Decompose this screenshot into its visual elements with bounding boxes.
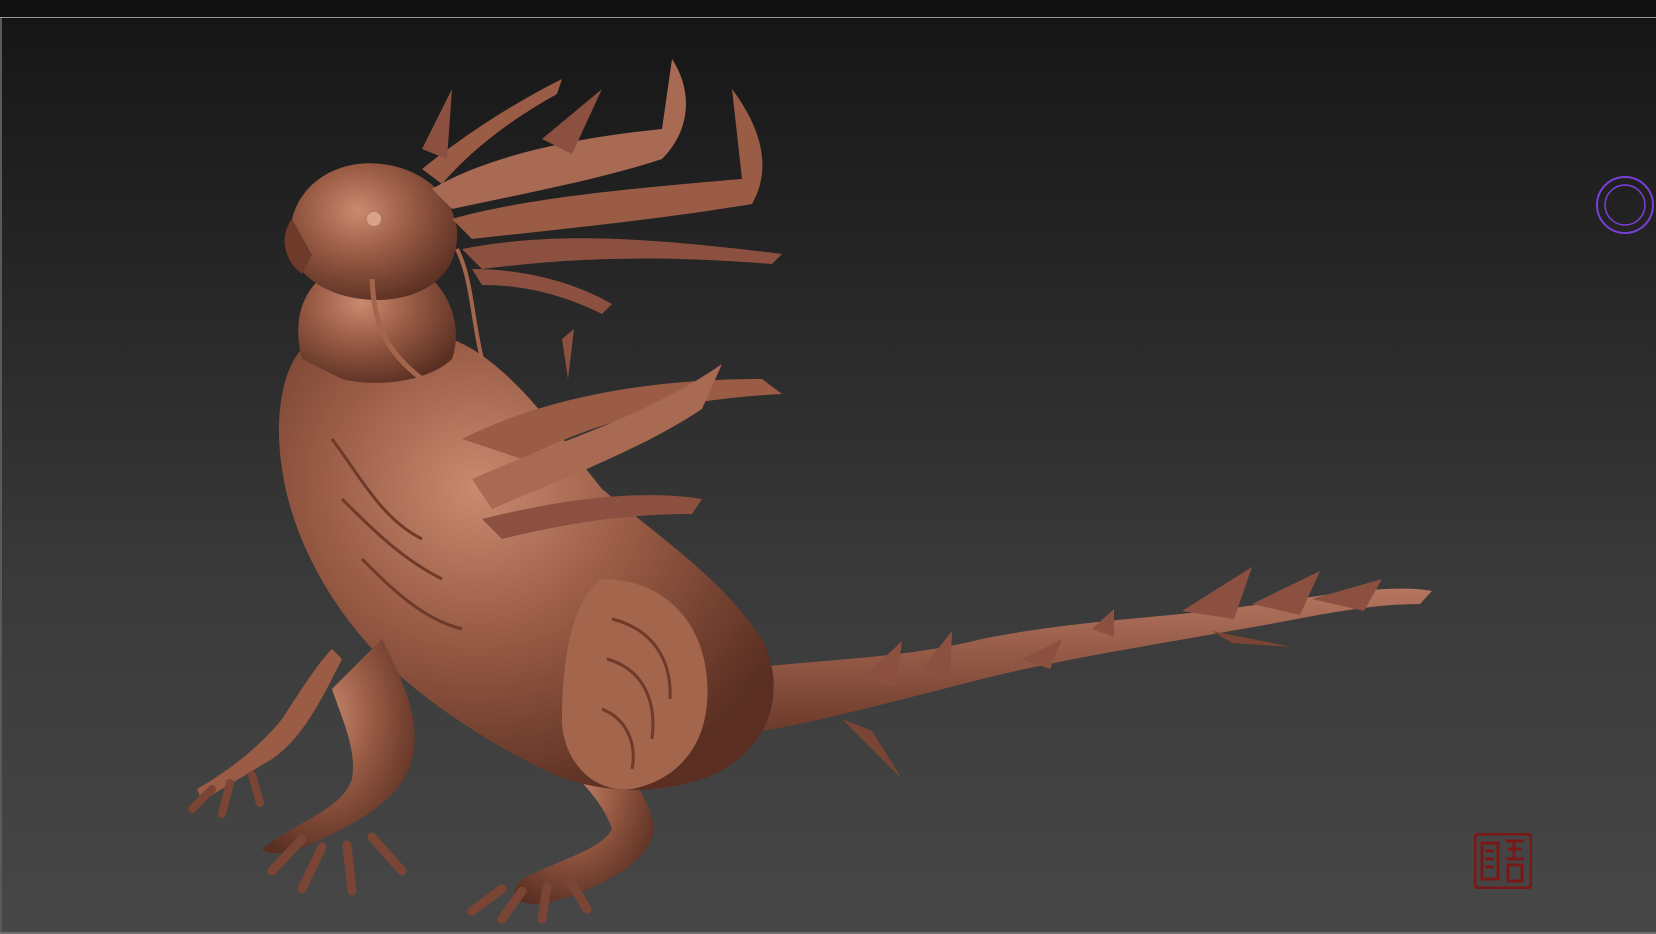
- top-bar-divider: [0, 17, 1656, 18]
- creature-tail: [742, 567, 1432, 779]
- seal-stamp-icon: [1473, 832, 1533, 894]
- creature-eye: [367, 212, 381, 226]
- creature-head-spines: [422, 59, 782, 314]
- brush-circle-icon[interactable]: [1595, 175, 1655, 235]
- sculpt-app-window: [0, 0, 1656, 934]
- top-menu-bar: [0, 0, 1656, 18]
- creature-sculpt-model[interactable]: [2, 19, 1656, 932]
- creature-front-legs: [188, 639, 415, 896]
- canvas-viewport[interactable]: [2, 19, 1656, 932]
